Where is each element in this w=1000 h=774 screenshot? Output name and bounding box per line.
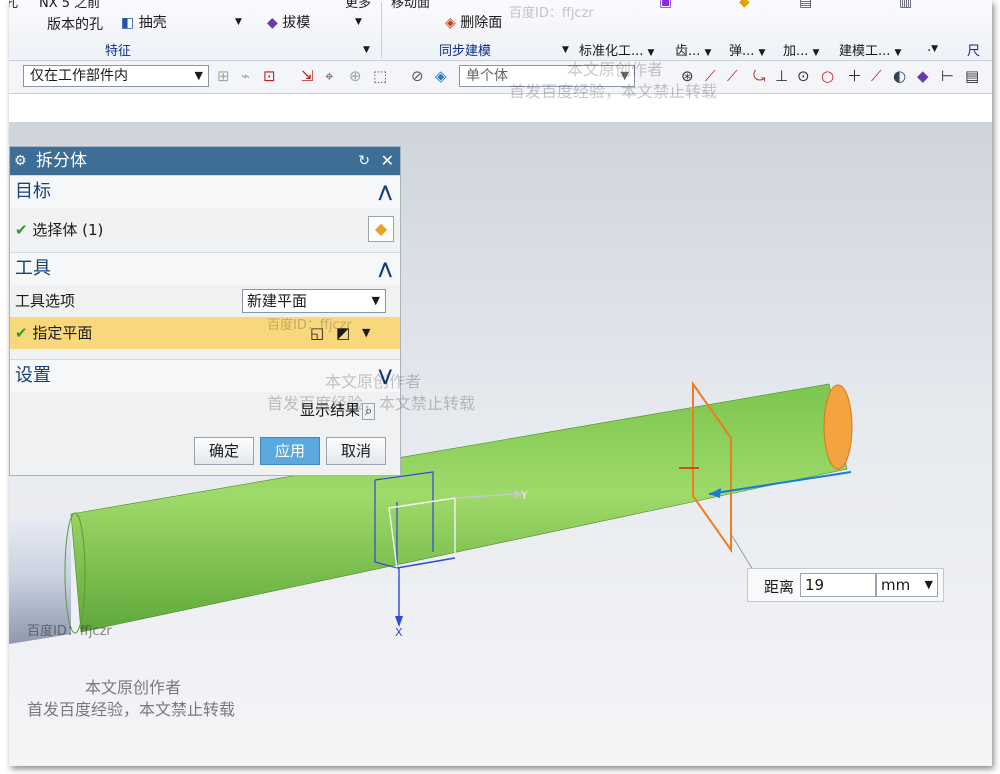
- menu-standard[interactable]: 标准化工... ▼: [579, 40, 654, 59]
- intersection-icon[interactable]: ⊥: [775, 67, 788, 85]
- magnifier-icon: ⌕: [362, 403, 376, 420]
- shell-button[interactable]: ◧ 抽壳: [121, 12, 167, 32]
- distance-panel: 距离 19 mm ▼: [747, 568, 944, 602]
- select-feature-icon[interactable]: ⊕: [349, 67, 362, 85]
- selection-scope-select[interactable]: 仅在工作部件内 ▼: [23, 65, 209, 87]
- shell-icon: ◧: [121, 15, 135, 31]
- nx5-label: NX 5 之前: [39, 0, 101, 11]
- group-sync-arrow[interactable]: ▼: [562, 40, 569, 56]
- apply-button[interactable]: 应用: [260, 437, 320, 465]
- ribbon: 孔 NX 5 之前 版本的孔 ◧ 抽壳 ▼ ◆ 拔模 更多 ▼ 特征 ▼ 移动面…: [9, 0, 992, 78]
- group-feature-arrow[interactable]: ▼: [363, 40, 370, 56]
- plane-dialog-icon[interactable]: ◱: [310, 317, 324, 349]
- dropdown-arrow-1[interactable]: ▼: [235, 12, 242, 28]
- dialog-title: 拆分体: [36, 151, 87, 171]
- chevron-down-icon[interactable]: ⋁: [379, 360, 392, 392]
- dropdown-arrow-2[interactable]: ▼: [355, 12, 362, 28]
- group-feature: 特征: [105, 44, 132, 59]
- application-window: 孔 NX 5 之前 版本的孔 ◧ 抽壳 ▼ ◆ 拔模 更多 ▼ 特征 ▼ 移动面…: [9, 0, 992, 766]
- y-axis-label: Y: [520, 489, 528, 502]
- eraser-icon[interactable]: ⊘: [411, 67, 424, 85]
- select-chain-icon[interactable]: ⌖: [325, 67, 333, 85]
- chevron-down-icon[interactable]: ▼: [362, 317, 370, 349]
- reset-icon[interactable]: ↻: [358, 147, 370, 175]
- endpoint-icon[interactable]: ⟋: [705, 67, 716, 85]
- distance-label: 距离: [764, 578, 795, 596]
- tool-option-row: 工具选项 新建平面 ▼: [10, 285, 400, 317]
- body-filter-select[interactable]: 单个体 ▼: [459, 65, 635, 87]
- delete-face-icon: ◈: [445, 15, 456, 31]
- gear-icon: ⚙: [14, 153, 27, 169]
- leader-line: [730, 533, 754, 571]
- chevron-up-icon[interactable]: ⋀: [379, 253, 392, 285]
- menu-gear[interactable]: 齿... ▼: [675, 40, 711, 59]
- menu-addon[interactable]: 加... ▼: [783, 40, 819, 59]
- select-body-label: 选择体 (1): [32, 221, 104, 239]
- select-box-icon[interactable]: ⊡: [263, 67, 276, 85]
- menu-modeling-tools[interactable]: 建模工... ▼: [839, 40, 901, 59]
- point-on-face-icon[interactable]: ◐: [893, 67, 906, 85]
- group-sync: 同步建模: [439, 44, 492, 59]
- snap-icon[interactable]: ⌁: [241, 67, 250, 85]
- unselected-body[interactable]: [9, 514, 71, 644]
- toolbar-spacer: [9, 94, 992, 122]
- select-body-row[interactable]: ✔ 选择体 (1) ◆: [10, 208, 400, 252]
- section-target[interactable]: 目标 ⋀: [10, 175, 400, 208]
- quadrant-icon[interactable]: ○: [821, 67, 834, 85]
- snap-point-icon[interactable]: ⊛: [681, 67, 694, 85]
- section-settings[interactable]: 设置 ⋁: [10, 359, 400, 392]
- hole-top-label: 孔: [9, 0, 19, 11]
- split-body-dialog: ⚙ 拆分体 ↻ ✕ 目标 ⋀ ✔ 选择体 (1) ◆ 工具 ⋀ 工具选项 新建平面 ▼…: [9, 146, 401, 476]
- chevron-down-icon: ▼: [371, 294, 380, 307]
- solid-body-icon[interactable]: ◈: [435, 67, 447, 85]
- point-on-curve-icon[interactable]: ⟋: [871, 67, 882, 85]
- group-separator: [381, 2, 382, 58]
- tool-option-label: 工具选项: [15, 292, 76, 310]
- filter-icon[interactable]: ⊞: [217, 67, 230, 85]
- check-icon: ✔: [15, 324, 28, 342]
- cylinder-end-face[interactable]: [823, 384, 853, 470]
- specify-plane-label: 指定平面: [32, 324, 93, 342]
- close-icon[interactable]: ✕: [381, 147, 394, 175]
- ribbon-icon-d[interactable]: ▥: [899, 0, 912, 10]
- more-label[interactable]: 更多: [345, 0, 371, 11]
- inferred-plane-icon[interactable]: ◩: [336, 317, 350, 349]
- show-result-button[interactable]: 显示结果 ⌕: [300, 399, 376, 420]
- midpoint-icon[interactable]: ⟋: [727, 67, 738, 85]
- specify-plane-row[interactable]: ✔ 指定平面 ◱ ◩ ▼: [10, 317, 400, 349]
- draft-button[interactable]: ◆ 拔模: [267, 12, 310, 32]
- table-icon[interactable]: ▤: [965, 67, 979, 85]
- rectangle-select-icon[interactable]: ⬚: [373, 67, 387, 85]
- existing-point-icon[interactable]: ＋: [847, 67, 862, 85]
- arc-center-icon[interactable]: ⊙: [797, 67, 810, 85]
- select-body-icon[interactable]: ◆: [368, 216, 394, 242]
- curve-point-icon[interactable]: ⤿: [753, 67, 766, 85]
- chevron-down-icon: ▼: [194, 69, 203, 82]
- dialog-title-bar[interactable]: ⚙ 拆分体 ↻ ✕: [10, 147, 400, 175]
- bounded-grid-icon[interactable]: ◆: [917, 67, 929, 85]
- move-face-label[interactable]: 移动面: [391, 0, 430, 11]
- cancel-button[interactable]: 取消: [326, 437, 386, 465]
- ribbon-icon-c[interactable]: ▤: [799, 0, 812, 10]
- chevron-down-icon: ▼: [620, 69, 629, 82]
- ribbon-icon-a[interactable]: ▣: [659, 0, 672, 10]
- ribbon-icon-b[interactable]: ◆: [739, 0, 750, 10]
- pointer-icon[interactable]: ⇲: [301, 67, 314, 85]
- menu-spring[interactable]: 弹... ▼: [729, 40, 765, 59]
- distance-input[interactable]: 19: [800, 573, 876, 597]
- x-axis-label: X: [395, 626, 403, 639]
- chevron-up-icon[interactable]: ⋀: [379, 176, 392, 208]
- menu-dot[interactable]: .▼: [927, 40, 938, 55]
- ok-button[interactable]: 确定: [194, 437, 254, 465]
- tool-option-select[interactable]: 新建平面 ▼: [242, 289, 386, 313]
- delete-face-button[interactable]: ◈ 删除面: [445, 12, 502, 32]
- legacy-hole-button[interactable]: 版本的孔: [47, 14, 103, 34]
- selection-toolbar: 仅在工作部件内 ▼ ⊞ ⌁ ⊡ ⇲ ⌖ ⊕ ⬚ ⊘ ◈ 单个体 ▼ ⊛ ⟋ ⟋ ⤿ …: [9, 61, 992, 94]
- snap-grid-icon[interactable]: ⊢: [941, 67, 954, 85]
- chevron-down-icon: ▼: [924, 578, 933, 591]
- draft-icon: ◆: [267, 15, 278, 31]
- section-tool[interactable]: 工具 ⋀: [10, 252, 400, 285]
- unit-select[interactable]: mm ▼: [876, 573, 938, 597]
- check-icon: ✔: [15, 221, 28, 239]
